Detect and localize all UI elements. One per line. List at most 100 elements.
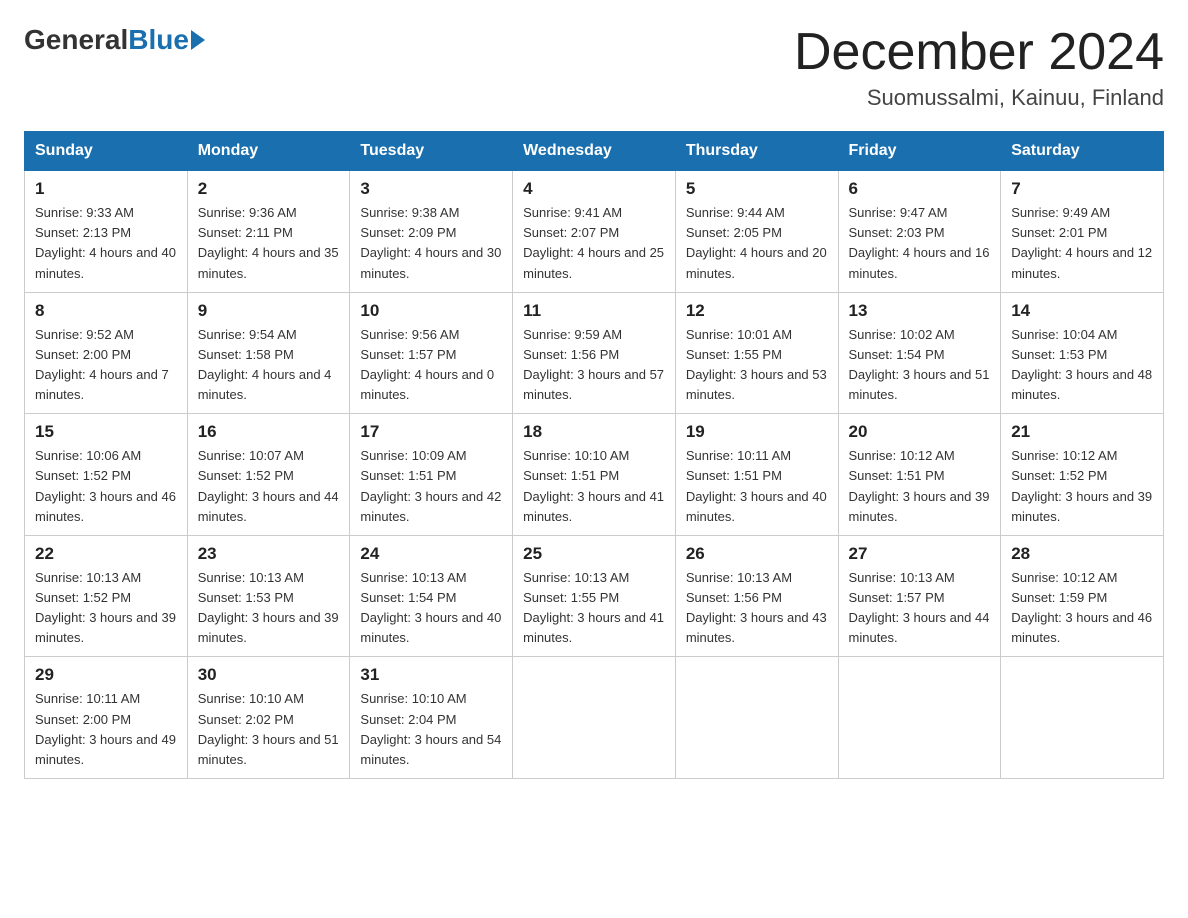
- table-row: 19 Sunrise: 10:11 AMSunset: 1:51 PMDaylig…: [675, 414, 838, 536]
- table-row: 28 Sunrise: 10:12 AMSunset: 1:59 PMDaylig…: [1001, 535, 1164, 657]
- day-number: 1: [35, 179, 177, 199]
- table-row: 30Sunrise: 10:10 AMSunset: 2:02 PMDaylig…: [187, 657, 350, 779]
- table-row: 13Sunrise: 10:02 AMSunset: 1:54 PMDaylig…: [838, 292, 1001, 414]
- day-number: 9: [198, 301, 340, 321]
- day-info: Sunrise: 9:44 AMSunset: 2:05 PMDaylight:…: [686, 203, 828, 284]
- day-info: Sunrise: 10:06 AMSunset: 1:52 PMDaylight…: [35, 446, 177, 527]
- table-row: 23Sunrise: 10:13 AMSunset: 1:53 PMDaylig…: [187, 535, 350, 657]
- day-info: Sunrise: 10:12 AMSunset: 1:52 PMDaylight…: [1011, 446, 1153, 527]
- logo-blue-text: Blue: [128, 24, 189, 56]
- weekday-header-row: Sunday Monday Tuesday Wednesday Thursday…: [25, 132, 1164, 171]
- day-info: Sunrise: 10:02 AMSunset: 1:54 PMDaylight…: [849, 325, 991, 406]
- table-row: 9Sunrise: 9:54 AMSunset: 1:58 PMDaylight…: [187, 292, 350, 414]
- day-number: 26: [686, 544, 828, 564]
- calendar-table: Sunday Monday Tuesday Wednesday Thursday…: [24, 131, 1164, 779]
- title-block: December 2024 Suomussalmi, Kainuu, Finla…: [794, 24, 1164, 111]
- day-info: Sunrise: 9:47 AMSunset: 2:03 PMDaylight:…: [849, 203, 991, 284]
- table-row: 20Sunrise: 10:12 AMSunset: 1:51 PMDaylig…: [838, 414, 1001, 536]
- table-row: 16 Sunrise: 10:07 AMSunset: 1:52 PMDaylig…: [187, 414, 350, 536]
- day-number: 8: [35, 301, 177, 321]
- table-row: 15 Sunrise: 10:06 AMSunset: 1:52 PMDaylig…: [25, 414, 188, 536]
- table-row: 11 Sunrise: 9:59 AMSunset: 1:56 PMDayligh…: [513, 292, 676, 414]
- day-number: 29: [35, 665, 177, 685]
- table-row: 27Sunrise: 10:13 AMSunset: 1:57 PMDaylig…: [838, 535, 1001, 657]
- day-number: 23: [198, 544, 340, 564]
- day-info: Sunrise: 10:01 AMSunset: 1:55 PMDaylight…: [686, 325, 828, 406]
- table-row: [838, 657, 1001, 779]
- day-number: 4: [523, 179, 665, 199]
- day-info: Sunrise: 10:09 AMSunset: 1:51 PMDaylight…: [360, 446, 502, 527]
- day-number: 3: [360, 179, 502, 199]
- table-row: 31 Sunrise: 10:10 AMSunset: 2:04 PMDaylig…: [350, 657, 513, 779]
- table-row: 12 Sunrise: 10:01 AMSunset: 1:55 PMDaylig…: [675, 292, 838, 414]
- header-wednesday: Wednesday: [513, 132, 676, 171]
- day-info: Sunrise: 10:12 AMSunset: 1:59 PMDaylight…: [1011, 568, 1153, 649]
- logo: General Blue: [24, 24, 205, 56]
- calendar-week-row: 29 Sunrise: 10:11 AMSunset: 2:00 PMDaylig…: [25, 657, 1164, 779]
- day-number: 24: [360, 544, 502, 564]
- month-title: December 2024: [794, 24, 1164, 81]
- logo-blue-part: Blue: [128, 24, 205, 56]
- day-number: 15: [35, 422, 177, 442]
- header-monday: Monday: [187, 132, 350, 171]
- table-row: 24 Sunrise: 10:13 AMSunset: 1:54 PMDaylig…: [350, 535, 513, 657]
- day-number: 18: [523, 422, 665, 442]
- day-number: 2: [198, 179, 340, 199]
- day-info: Sunrise: 9:59 AMSunset: 1:56 PMDaylight:…: [523, 325, 665, 406]
- table-row: 18 Sunrise: 10:10 AMSunset: 1:51 PMDaylig…: [513, 414, 676, 536]
- table-row: 26 Sunrise: 10:13 AMSunset: 1:56 PMDaylig…: [675, 535, 838, 657]
- day-info: Sunrise: 10:13 AMSunset: 1:55 PMDaylight…: [523, 568, 665, 649]
- day-number: 11: [523, 301, 665, 321]
- location: Suomussalmi, Kainuu, Finland: [794, 85, 1164, 111]
- day-info: Sunrise: 9:56 AMSunset: 1:57 PMDaylight:…: [360, 325, 502, 406]
- day-number: 19: [686, 422, 828, 442]
- table-row: 4 Sunrise: 9:41 AMSunset: 2:07 PMDaylight…: [513, 171, 676, 293]
- day-info: Sunrise: 10:13 AMSunset: 1:54 PMDaylight…: [360, 568, 502, 649]
- day-info: Sunrise: 9:41 AMSunset: 2:07 PMDaylight:…: [523, 203, 665, 284]
- table-row: [1001, 657, 1164, 779]
- day-info: Sunrise: 9:52 AMSunset: 2:00 PMDaylight:…: [35, 325, 177, 406]
- table-row: 8 Sunrise: 9:52 AMSunset: 2:00 PMDaylight…: [25, 292, 188, 414]
- table-row: 5 Sunrise: 9:44 AMSunset: 2:05 PMDaylight…: [675, 171, 838, 293]
- header-tuesday: Tuesday: [350, 132, 513, 171]
- table-row: 17 Sunrise: 10:09 AMSunset: 1:51 PMDaylig…: [350, 414, 513, 536]
- day-info: Sunrise: 10:04 AMSunset: 1:53 PMDaylight…: [1011, 325, 1153, 406]
- day-info: Sunrise: 10:07 AMSunset: 1:52 PMDaylight…: [198, 446, 340, 527]
- day-info: Sunrise: 10:10 AMSunset: 2:02 PMDaylight…: [198, 689, 340, 770]
- day-number: 28: [1011, 544, 1153, 564]
- day-info: Sunrise: 9:38 AMSunset: 2:09 PMDaylight:…: [360, 203, 502, 284]
- table-row: 21 Sunrise: 10:12 AMSunset: 1:52 PMDaylig…: [1001, 414, 1164, 536]
- day-number: 14: [1011, 301, 1153, 321]
- day-info: Sunrise: 9:49 AMSunset: 2:01 PMDaylight:…: [1011, 203, 1153, 284]
- table-row: 14 Sunrise: 10:04 AMSunset: 1:53 PMDaylig…: [1001, 292, 1164, 414]
- table-row: [513, 657, 676, 779]
- table-row: 22Sunrise: 10:13 AMSunset: 1:52 PMDaylig…: [25, 535, 188, 657]
- day-info: Sunrise: 10:13 AMSunset: 1:56 PMDaylight…: [686, 568, 828, 649]
- day-number: 10: [360, 301, 502, 321]
- day-info: Sunrise: 10:10 AMSunset: 2:04 PMDaylight…: [360, 689, 502, 770]
- day-info: Sunrise: 10:12 AMSunset: 1:51 PMDaylight…: [849, 446, 991, 527]
- day-info: Sunrise: 10:10 AMSunset: 1:51 PMDaylight…: [523, 446, 665, 527]
- day-number: 16: [198, 422, 340, 442]
- table-row: 2Sunrise: 9:36 AMSunset: 2:11 PMDaylight…: [187, 171, 350, 293]
- calendar-week-row: 15 Sunrise: 10:06 AMSunset: 1:52 PMDaylig…: [25, 414, 1164, 536]
- day-number: 17: [360, 422, 502, 442]
- day-number: 7: [1011, 179, 1153, 199]
- day-number: 25: [523, 544, 665, 564]
- logo-arrow-icon: [191, 30, 205, 50]
- day-number: 22: [35, 544, 177, 564]
- day-info: Sunrise: 10:11 AMSunset: 1:51 PMDaylight…: [686, 446, 828, 527]
- table-row: 25 Sunrise: 10:13 AMSunset: 1:55 PMDaylig…: [513, 535, 676, 657]
- table-row: 29 Sunrise: 10:11 AMSunset: 2:00 PMDaylig…: [25, 657, 188, 779]
- day-number: 12: [686, 301, 828, 321]
- day-number: 21: [1011, 422, 1153, 442]
- day-number: 5: [686, 179, 828, 199]
- logo-general-text: General: [24, 24, 128, 56]
- header-saturday: Saturday: [1001, 132, 1164, 171]
- day-info: Sunrise: 9:33 AMSunset: 2:13 PMDaylight:…: [35, 203, 177, 284]
- header-sunday: Sunday: [25, 132, 188, 171]
- table-row: 10 Sunrise: 9:56 AMSunset: 1:57 PMDayligh…: [350, 292, 513, 414]
- day-number: 31: [360, 665, 502, 685]
- table-row: 7 Sunrise: 9:49 AMSunset: 2:01 PMDaylight…: [1001, 171, 1164, 293]
- day-info: Sunrise: 10:11 AMSunset: 2:00 PMDaylight…: [35, 689, 177, 770]
